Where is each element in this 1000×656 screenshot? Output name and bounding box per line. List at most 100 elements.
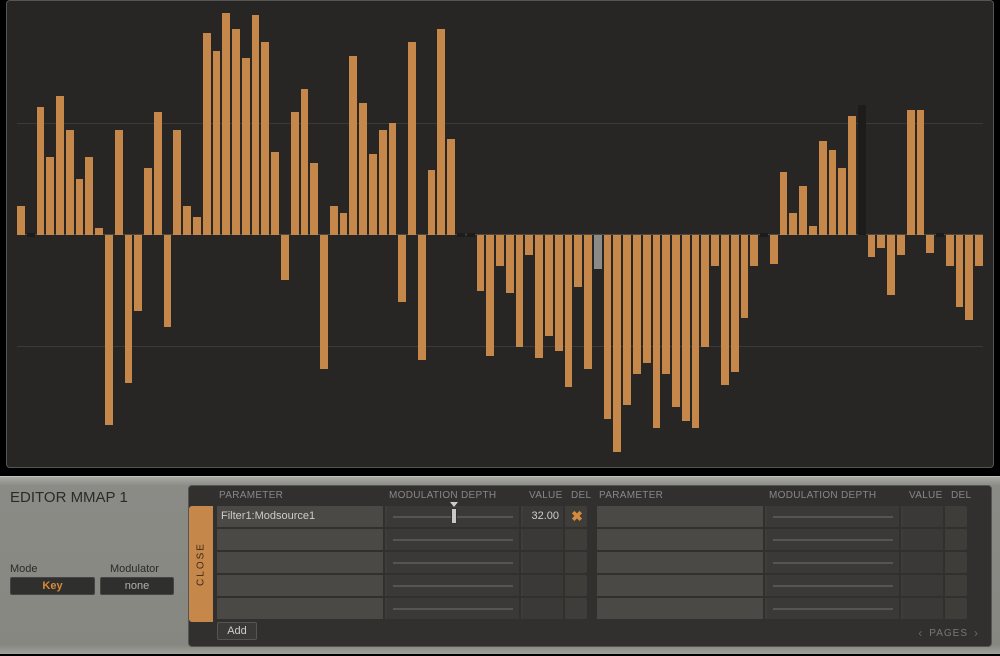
mod-depth-cell[interactable] (387, 552, 521, 573)
chart-bar[interactable] (770, 235, 778, 264)
chart-bar[interactable] (408, 42, 416, 235)
chart-bar[interactable] (907, 110, 915, 235)
parameter-cell[interactable] (597, 575, 765, 596)
chart-bar[interactable] (917, 110, 925, 235)
chart-bar[interactable] (85, 157, 93, 235)
chart-bar[interactable] (731, 235, 739, 372)
mod-depth-cell[interactable] (767, 575, 901, 596)
chart-bar[interactable] (496, 235, 504, 266)
chart-bar[interactable] (516, 235, 524, 347)
chart-bar[interactable] (887, 235, 895, 295)
add-button[interactable]: Add (217, 622, 257, 640)
chart-bar[interactable] (379, 130, 387, 235)
chart-bar[interactable] (613, 235, 621, 452)
mod-depth-cell[interactable] (387, 598, 521, 619)
chart-bar[interactable] (291, 112, 299, 235)
value-cell[interactable] (903, 529, 945, 550)
chart-bar[interactable] (829, 150, 837, 235)
parameter-cell[interactable] (597, 552, 765, 573)
chart-bar[interactable] (125, 235, 133, 383)
chart-bar[interactable] (310, 163, 318, 235)
value-cell[interactable] (903, 552, 945, 573)
chart-bar[interactable] (467, 233, 475, 237)
value-cell[interactable] (523, 575, 565, 596)
chart-bar[interactable] (799, 186, 807, 235)
chart-bar[interactable] (926, 235, 934, 253)
chart-bar[interactable] (437, 29, 445, 235)
close-tab[interactable]: CLOSE (189, 506, 213, 622)
chart-bar[interactable] (711, 235, 719, 266)
chart-bar[interactable] (17, 206, 25, 235)
chart-bar[interactable] (565, 235, 573, 387)
chart-bar[interactable] (242, 58, 250, 235)
chart-bar[interactable] (975, 235, 983, 266)
chart-bar[interactable] (633, 235, 641, 374)
chart-bar[interactable] (897, 235, 905, 255)
value-cell[interactable] (523, 529, 565, 550)
delete-button[interactable] (567, 598, 587, 619)
chart-bar[interactable] (56, 96, 64, 235)
mod-depth-cell[interactable] (767, 552, 901, 573)
chart-bar[interactable] (203, 33, 211, 235)
delete-button[interactable] (947, 575, 967, 596)
chart-bar[interactable] (95, 228, 103, 235)
pages-next-icon[interactable]: › (974, 626, 979, 640)
chart-bar[interactable] (760, 233, 768, 237)
chart-bar[interactable] (672, 235, 680, 407)
chart-bar[interactable] (301, 89, 309, 235)
chart-bar[interactable] (418, 235, 426, 360)
chart-bar[interactable] (692, 235, 700, 428)
mod-depth-cell[interactable] (387, 529, 521, 550)
chart-bar[interactable] (662, 235, 670, 374)
chart-bar[interactable] (848, 116, 856, 235)
delete-button[interactable] (947, 529, 967, 550)
chart-bar[interactable] (486, 235, 494, 356)
chart-bar[interactable] (555, 235, 563, 351)
chart-bar[interactable] (819, 141, 827, 235)
chart-bar[interactable] (115, 130, 123, 235)
chart-bar[interactable] (457, 233, 465, 237)
chart-bar[interactable] (66, 130, 74, 235)
chart-bar[interactable] (428, 170, 436, 235)
pages-prev-icon[interactable]: ‹ (918, 626, 923, 640)
delete-button[interactable] (567, 575, 587, 596)
chart-bar[interactable] (965, 235, 973, 320)
chart-bar[interactable] (134, 235, 142, 311)
parameter-cell[interactable] (217, 529, 385, 550)
value-cell[interactable] (523, 552, 565, 573)
chart-bar[interactable] (183, 206, 191, 235)
chart-bar[interactable] (682, 235, 690, 421)
chart-bar[interactable] (574, 235, 582, 287)
chart-bar[interactable] (936, 233, 944, 237)
chart-bar[interactable] (222, 13, 230, 235)
chart-bar[interactable] (46, 157, 54, 235)
chart-bar[interactable] (164, 235, 172, 327)
chart-bar[interactable] (623, 235, 631, 405)
modulator-button[interactable]: none (100, 577, 174, 595)
chart-bar[interactable] (252, 15, 260, 235)
chart-bar[interactable] (643, 235, 651, 363)
chart-bar[interactable] (320, 235, 328, 369)
mod-depth-cell[interactable] (767, 529, 901, 550)
chart-bar[interactable] (389, 123, 397, 235)
value-cell[interactable] (903, 598, 945, 619)
chart-bar[interactable] (956, 235, 964, 307)
chart-bar[interactable] (261, 42, 269, 235)
mod-depth-cell[interactable] (387, 575, 521, 596)
chart-bar[interactable] (809, 226, 817, 235)
delete-button[interactable] (947, 552, 967, 573)
chart-bar[interactable] (780, 172, 788, 235)
chart-bar[interactable] (789, 213, 797, 235)
chart-bar[interactable] (477, 235, 485, 291)
chart-bar[interactable] (154, 112, 162, 235)
chart-bar[interactable] (27, 233, 35, 237)
value-cell[interactable]: 32.00 (523, 506, 565, 527)
chart-bar[interactable] (868, 235, 876, 257)
chart-bar[interactable] (105, 235, 113, 425)
chart-bar[interactable] (330, 206, 338, 235)
chart-bar[interactable] (535, 235, 543, 358)
chart-bar[interactable] (349, 56, 357, 235)
chart-bar[interactable] (281, 235, 289, 280)
parameter-cell[interactable] (217, 552, 385, 573)
delete-button[interactable] (567, 552, 587, 573)
